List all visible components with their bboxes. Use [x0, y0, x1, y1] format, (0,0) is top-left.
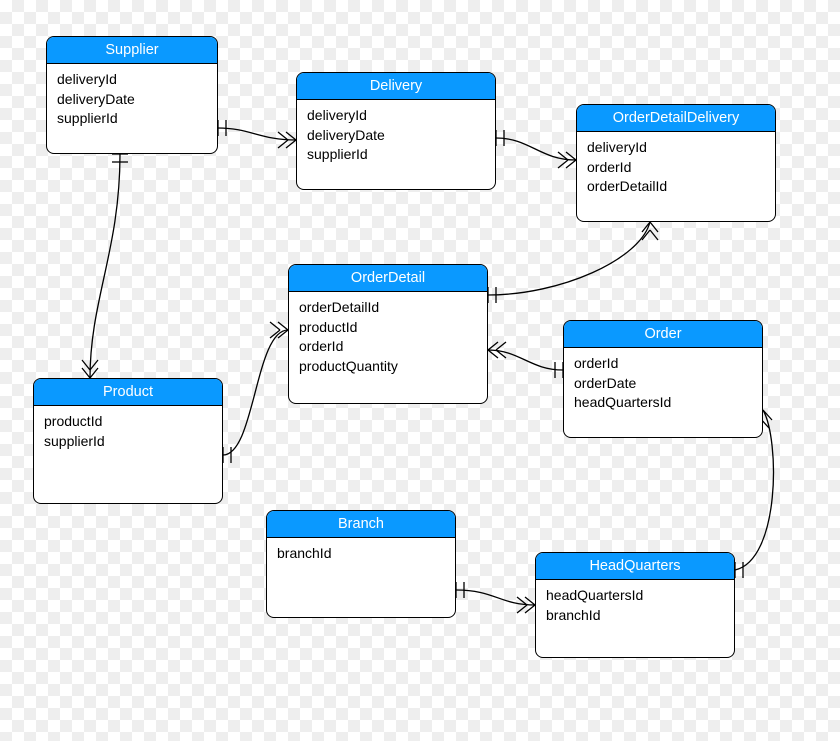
attr: orderId — [587, 158, 765, 178]
entity-title: HeadQuarters — [536, 553, 734, 580]
attr: supplierId — [57, 109, 207, 129]
entity-order-detail[interactable]: OrderDetail orderDetailId productId orde… — [288, 264, 488, 404]
entity-attrs: orderId orderDate headQuartersId — [564, 348, 762, 423]
attr: deliveryDate — [57, 90, 207, 110]
attr: orderDetailId — [587, 177, 765, 197]
attr: branchId — [277, 544, 445, 564]
entity-headquarters[interactable]: HeadQuarters headQuartersId branchId — [535, 552, 735, 658]
entity-title: Order — [564, 321, 762, 348]
attr: deliveryId — [307, 106, 485, 126]
attr: orderDate — [574, 374, 752, 394]
entity-attrs: branchId — [267, 538, 455, 574]
attr: productQuantity — [299, 357, 477, 377]
entity-attrs: deliveryId deliveryDate supplierId — [47, 64, 217, 139]
attr: deliveryDate — [307, 126, 485, 146]
attr: supplierId — [307, 145, 485, 165]
entity-attrs: productId supplierId — [34, 406, 222, 461]
attr: productId — [44, 412, 212, 432]
entity-attrs: deliveryId deliveryDate supplierId — [297, 100, 495, 175]
entity-order-detail-delivery[interactable]: OrderDetailDelivery deliveryId orderId o… — [576, 104, 776, 222]
entity-title: Supplier — [47, 37, 217, 64]
entity-supplier[interactable]: Supplier deliveryId deliveryDate supplie… — [46, 36, 218, 154]
attr: branchId — [546, 606, 724, 626]
entity-title: Delivery — [297, 73, 495, 100]
entity-product[interactable]: Product productId supplierId — [33, 378, 223, 504]
entity-title: OrderDetail — [289, 265, 487, 292]
entity-attrs: deliveryId orderId orderDetailId — [577, 132, 775, 207]
entity-delivery[interactable]: Delivery deliveryId deliveryDate supplie… — [296, 72, 496, 190]
attr: orderId — [574, 354, 752, 374]
attr: deliveryId — [57, 70, 207, 90]
entity-title: Product — [34, 379, 222, 406]
attr: orderId — [299, 337, 477, 357]
attr: productId — [299, 318, 477, 338]
attr: deliveryId — [587, 138, 765, 158]
entity-attrs: orderDetailId productId orderId productQ… — [289, 292, 487, 386]
attr: orderDetailId — [299, 298, 477, 318]
attr: supplierId — [44, 432, 212, 452]
entity-order[interactable]: Order orderId orderDate headQuartersId — [563, 320, 763, 438]
entity-branch[interactable]: Branch branchId — [266, 510, 456, 618]
entity-title: Branch — [267, 511, 455, 538]
attr: headQuartersId — [574, 393, 752, 413]
attr: headQuartersId — [546, 586, 724, 606]
er-diagram-canvas: Supplier deliveryId deliveryDate supplie… — [0, 0, 840, 741]
entity-attrs: headQuartersId branchId — [536, 580, 734, 635]
entity-title: OrderDetailDelivery — [577, 105, 775, 132]
